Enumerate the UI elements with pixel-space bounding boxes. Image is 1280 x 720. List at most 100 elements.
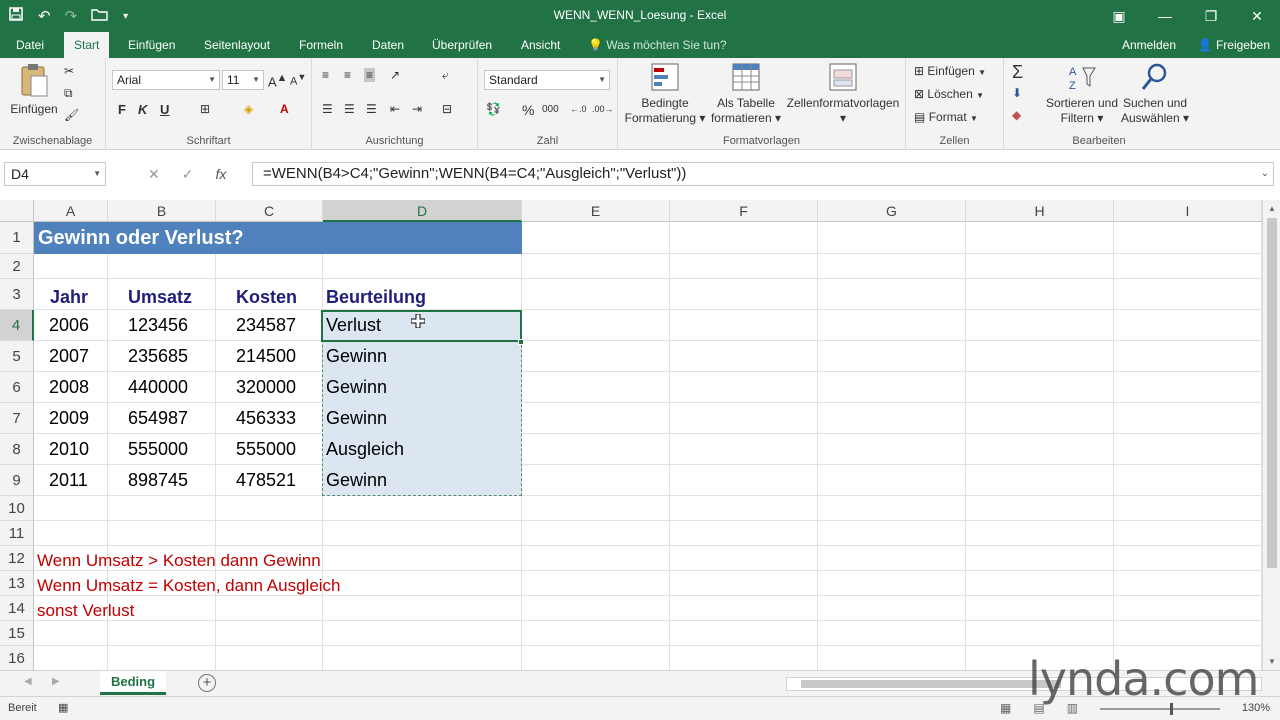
row-header-7[interactable]: 7 bbox=[0, 403, 34, 434]
enter-icon[interactable]: ✓ bbox=[182, 166, 194, 183]
wrap-text-icon[interactable]: ⤶ bbox=[442, 68, 449, 83]
font-size-select[interactable]: 11 ▼ bbox=[222, 70, 264, 90]
row-header-12[interactable]: 12 bbox=[0, 546, 34, 571]
align-center-icon[interactable]: ☰ bbox=[344, 102, 355, 116]
column-header-g[interactable]: G bbox=[818, 200, 966, 222]
cell-beurteilung[interactable]: Gewinn bbox=[326, 470, 387, 491]
prev-sheet-icon[interactable]: ◀ bbox=[24, 676, 32, 687]
cell-kosten[interactable]: 456333 bbox=[236, 408, 296, 429]
cell-beurteilung[interactable]: Gewinn bbox=[326, 377, 387, 398]
vertical-scrollbar[interactable]: ▲ ▼ bbox=[1262, 200, 1280, 670]
column-header-e[interactable]: E bbox=[522, 200, 670, 222]
cell-jahr[interactable]: 2010 bbox=[49, 439, 89, 460]
cell-beurteilung[interactable]: Verlust bbox=[326, 315, 381, 336]
tab-ansicht[interactable]: Ansicht bbox=[511, 32, 570, 58]
row-header-9[interactable]: 9 bbox=[0, 465, 34, 496]
row-header-15[interactable]: 15 bbox=[0, 621, 34, 646]
shrink-font-icon[interactable]: A▼ bbox=[290, 72, 306, 88]
sort-filter-button[interactable]: AZ Sortieren und Filtern ▾ bbox=[1042, 62, 1122, 126]
fill-color-icon[interactable]: ◈ bbox=[244, 102, 253, 116]
conditional-formatting-button[interactable]: Bedingte Formatierung ▾ bbox=[622, 62, 708, 126]
cell-beurteilung[interactable]: Gewinn bbox=[326, 346, 387, 367]
note-line-1[interactable]: Wenn Umsatz > Kosten dann Gewinn bbox=[37, 551, 321, 571]
column-header-h[interactable]: H bbox=[966, 200, 1114, 222]
sheet-title[interactable]: Gewinn oder Verlust? bbox=[38, 227, 244, 250]
cell-beurteilung[interactable]: Ausgleich bbox=[326, 439, 404, 460]
row-header-16[interactable]: 16 bbox=[0, 646, 34, 670]
cell-jahr[interactable]: 2011 bbox=[49, 470, 88, 491]
cell-umsatz[interactable]: 235685 bbox=[128, 346, 188, 367]
orientation-icon[interactable]: ↗ bbox=[390, 68, 400, 82]
underline-button[interactable]: U bbox=[160, 102, 169, 117]
copy-icon[interactable]: ⧉ bbox=[64, 86, 73, 101]
next-sheet-icon[interactable]: ▶ bbox=[52, 676, 60, 687]
align-right-icon[interactable]: ☰ bbox=[366, 102, 377, 116]
ribbon-display-icon[interactable]: ▣ bbox=[1096, 0, 1142, 32]
fx-icon[interactable]: fx bbox=[215, 166, 226, 182]
cell-umsatz[interactable]: 898745 bbox=[128, 470, 188, 491]
column-header-a[interactable]: A bbox=[34, 200, 108, 222]
cell-kosten[interactable]: 320000 bbox=[236, 377, 296, 398]
header-beurteilung[interactable]: Beurteilung bbox=[326, 287, 426, 308]
align-bottom-icon[interactable]: ≡ bbox=[364, 68, 376, 82]
percent-button[interactable]: % bbox=[522, 102, 534, 118]
scrollbar-thumb[interactable] bbox=[1267, 218, 1277, 568]
currency-icon[interactable]: 💱 bbox=[486, 102, 501, 116]
font-color-icon[interactable]: A bbox=[280, 102, 289, 116]
share-button[interactable]: 👤 Freigeben bbox=[1198, 32, 1270, 58]
format-as-table-button[interactable]: Als Tabelle formatieren ▾ bbox=[710, 62, 782, 126]
sheet-tab-beding[interactable]: Beding bbox=[100, 671, 166, 695]
cut-icon[interactable]: ✂ bbox=[64, 64, 74, 78]
row-header-2[interactable]: 2 bbox=[0, 254, 34, 279]
minimize-icon[interactable]: — bbox=[1142, 0, 1188, 32]
cell-kosten[interactable]: 478521 bbox=[236, 470, 296, 491]
normal-view-icon[interactable]: ▦ bbox=[1000, 701, 1011, 715]
row-header-14[interactable]: 14 bbox=[0, 596, 34, 621]
cancel-icon[interactable]: ✕ bbox=[148, 166, 160, 183]
increase-decimal-icon[interactable]: ←.0 bbox=[570, 104, 587, 114]
select-all-corner[interactable] bbox=[0, 200, 34, 222]
row-header-3[interactable]: 3 bbox=[0, 279, 34, 310]
delete-cells-button[interactable]: ⊠ Löschen ▼ bbox=[914, 87, 984, 101]
border-icon[interactable]: ⊞ bbox=[200, 102, 210, 116]
column-header-f[interactable]: F bbox=[670, 200, 818, 222]
fill-handle[interactable] bbox=[518, 339, 524, 345]
merge-center-icon[interactable]: ⊟ bbox=[442, 102, 452, 116]
tab-start[interactable]: Start bbox=[64, 32, 110, 58]
bold-button[interactable]: F bbox=[118, 102, 126, 117]
cell-jahr[interactable]: 2006 bbox=[49, 315, 89, 336]
find-select-button[interactable]: Suchen und Auswählen ▾ bbox=[1120, 62, 1190, 126]
cell-beurteilung[interactable]: Gewinn bbox=[326, 408, 387, 429]
tell-me-box[interactable]: 💡 Was möchten Sie tun? bbox=[588, 32, 727, 58]
cell-kosten[interactable]: 214500 bbox=[236, 346, 296, 367]
note-line-2[interactable]: Wenn Umsatz = Kosten, dann Ausgleich bbox=[37, 576, 341, 596]
worksheet-grid[interactable]: ABCDEFGHI 1 2 3 4 5 6 7 8 9 10 11 12 13 14 15 16 Gewinn… bbox=[0, 200, 1262, 670]
header-jahr[interactable]: Jahr bbox=[50, 287, 88, 308]
row-header-6[interactable]: 6 bbox=[0, 372, 34, 403]
formula-input[interactable]: =WENN(B4>C4;"Gewinn";WENN(B4=C4;"Ausglei… bbox=[252, 162, 1274, 186]
clear-icon[interactable]: ◆ bbox=[1012, 108, 1021, 122]
cell-umsatz[interactable]: 440000 bbox=[128, 377, 188, 398]
add-sheet-icon[interactable]: + bbox=[198, 674, 216, 692]
tab-daten[interactable]: Daten bbox=[362, 32, 414, 58]
italic-button[interactable]: K bbox=[138, 102, 147, 117]
font-name-select[interactable]: Arial ▼ bbox=[112, 70, 220, 90]
column-header-d[interactable]: D bbox=[323, 200, 522, 222]
cell-kosten[interactable]: 234587 bbox=[236, 315, 296, 336]
row-header-5[interactable]: 5 bbox=[0, 341, 34, 372]
thousands-button[interactable]: 000 bbox=[542, 104, 559, 115]
header-kosten[interactable]: Kosten bbox=[236, 287, 297, 308]
note-line-3[interactable]: sonst Verlust bbox=[37, 601, 134, 621]
number-format-select[interactable]: Standard ▼ bbox=[484, 70, 610, 90]
cell-jahr[interactable]: 2008 bbox=[49, 377, 89, 398]
decrease-indent-icon[interactable]: ⇤ bbox=[390, 102, 400, 116]
column-header-b[interactable]: B bbox=[108, 200, 216, 222]
signin-link[interactable]: Anmelden bbox=[1122, 32, 1176, 58]
paste-button[interactable]: Einfügen bbox=[6, 62, 62, 117]
row-header-10[interactable]: 10 bbox=[0, 496, 34, 521]
row-header-11[interactable]: 11 bbox=[0, 521, 34, 546]
increase-indent-icon[interactable]: ⇥ bbox=[412, 102, 422, 116]
scroll-up-icon[interactable]: ▲ bbox=[1268, 204, 1276, 213]
tab-formeln[interactable]: Formeln bbox=[289, 32, 353, 58]
cell-jahr[interactable]: 2009 bbox=[49, 408, 89, 429]
